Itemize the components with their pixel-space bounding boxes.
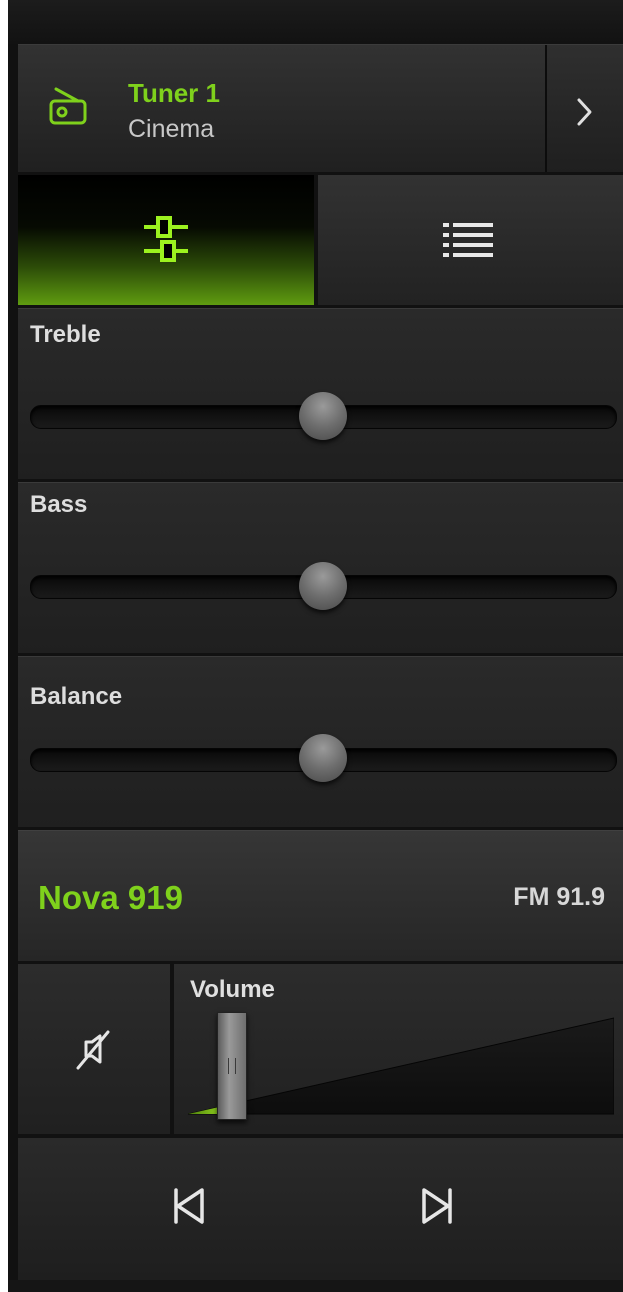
radio-icon (49, 87, 87, 125)
chevron-right-icon (577, 98, 592, 126)
bottom-strip (8, 1280, 623, 1292)
skip-next-icon[interactable] (416, 1184, 460, 1228)
equalizer-icon (144, 216, 188, 262)
app-window: Tuner 1 Cinema Treble Bass Balance Nova … (8, 0, 623, 1292)
expand-source-button[interactable] (545, 45, 623, 172)
source-name: Tuner 1 (128, 78, 220, 108)
station-name: Nova 919 (38, 879, 183, 916)
volume-panel: Volume (174, 964, 623, 1134)
balance-label: Balance (30, 683, 123, 710)
balance-panel: Balance (18, 656, 623, 827)
station-info: Nova 919 FM 91.9 (18, 830, 623, 961)
top-strip (8, 0, 623, 44)
volume-label: Volume (190, 976, 275, 1003)
treble-slider-thumb[interactable] (298, 392, 347, 440)
bass-slider-thumb[interactable] (298, 562, 347, 610)
bass-panel: Bass (18, 482, 623, 653)
volume-slider-thumb[interactable] (216, 1012, 247, 1120)
tab-equalizer[interactable] (18, 175, 314, 305)
skip-previous-icon[interactable] (166, 1184, 210, 1228)
source-header[interactable]: Tuner 1 Cinema (18, 44, 623, 172)
mute-button[interactable] (18, 964, 170, 1134)
speaker-muted-icon (76, 1030, 110, 1070)
treble-panel: Treble (18, 308, 623, 479)
balance-slider-thumb[interactable] (298, 734, 347, 782)
volume-slider-track[interactable] (188, 1016, 614, 1116)
list-icon (443, 223, 493, 257)
source-mode: Cinema (128, 115, 215, 143)
station-frequency: FM 91.9 (513, 883, 605, 911)
treble-label: Treble (30, 321, 101, 348)
tab-list[interactable] (318, 175, 623, 305)
bass-label: Bass (30, 491, 88, 518)
transport-controls (18, 1138, 623, 1280)
